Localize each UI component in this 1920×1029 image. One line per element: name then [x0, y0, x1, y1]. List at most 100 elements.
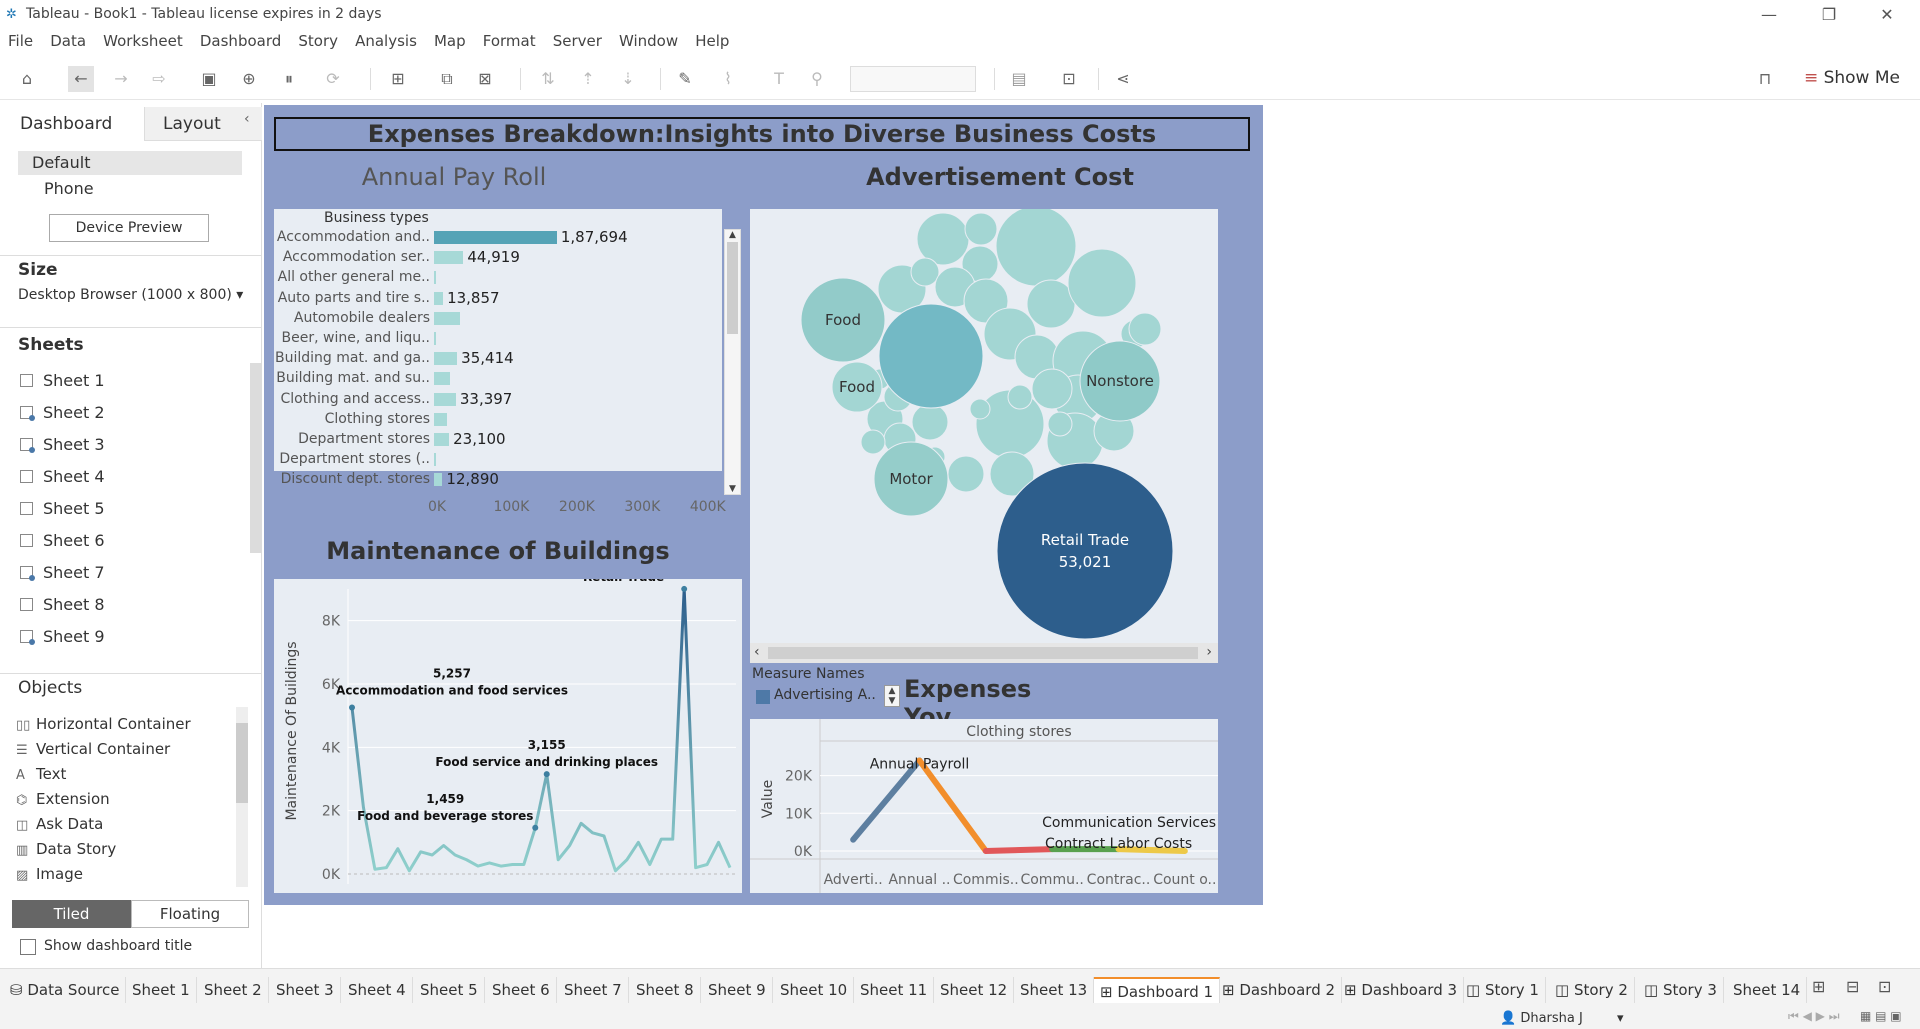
replay-icon[interactable]: ⇨: [146, 66, 172, 92]
new-datasource-icon[interactable]: ⊕: [236, 66, 262, 92]
payroll-bar[interactable]: [434, 453, 436, 467]
maintenance-point[interactable]: [349, 704, 355, 711]
objects-scrollbar[interactable]: [236, 707, 248, 887]
payroll-bar[interactable]: [434, 332, 436, 345]
clear-sheet-icon[interactable]: ⊠: [472, 66, 498, 92]
ad-bubble[interactable]: [964, 212, 998, 246]
sheet-item[interactable]: Sheet 7: [20, 563, 105, 582]
pause-updates-icon[interactable]: ⏸: [276, 66, 302, 92]
sheet-tab[interactable]: ◫ Story 1: [1460, 977, 1546, 1003]
sheet-item[interactable]: Sheet 2: [20, 403, 105, 422]
sheet-item[interactable]: Sheet 5: [20, 499, 105, 518]
sheet-tab[interactable]: Sheet 11: [854, 977, 935, 1003]
restore-icon[interactable]: ❐: [1806, 2, 1852, 28]
payroll-bar[interactable]: [434, 352, 458, 366]
scroll-down-icon[interactable]: ▼: [725, 484, 740, 494]
new-dashboard-tab-icon[interactable]: ⊟: [1846, 977, 1859, 996]
tab-navigation-icon[interactable]: ⏮ ◀ ▶ ⏭: [1788, 1009, 1840, 1024]
home-icon[interactable]: ⌂: [14, 66, 40, 92]
redo-icon[interactable]: →: [108, 66, 134, 92]
sheet-tab[interactable]: Sheet 7: [558, 977, 629, 1003]
maintenance-point[interactable]: [681, 585, 688, 592]
sheet-tab[interactable]: Sheet 14: [1727, 977, 1808, 1003]
sheet-tab[interactable]: ⊞ Dashboard 3: [1338, 977, 1465, 1003]
ad-bubble[interactable]: [1007, 384, 1033, 410]
payroll-bar[interactable]: [434, 311, 461, 325]
ad-bubble[interactable]: [1067, 248, 1137, 318]
menu-map[interactable]: Map: [434, 30, 466, 52]
object-item[interactable]: ◫ Ask Data: [16, 815, 103, 833]
ad-bubble[interactable]: [995, 209, 1077, 287]
sheet-tab[interactable]: Sheet 6: [486, 977, 557, 1003]
payroll-bar[interactable]: [434, 473, 443, 487]
ad-bubble[interactable]: [1031, 368, 1073, 410]
object-item[interactable]: ▨ Image: [16, 865, 83, 883]
close-icon[interactable]: ✕: [1864, 2, 1910, 28]
payroll-bar[interactable]: [434, 251, 464, 265]
sheet-tab[interactable]: ⊞ Dashboard 1: [1094, 977, 1221, 1003]
sheet-item[interactable]: Sheet 8: [20, 595, 105, 614]
scroll-up-icon[interactable]: ▲: [725, 230, 740, 240]
sheet-item[interactable]: Sheet 4: [20, 467, 105, 486]
payroll-bar[interactable]: [434, 231, 557, 244]
swap-icon[interactable]: ⇅: [535, 66, 561, 92]
sheet-tab[interactable]: Sheet 1: [126, 977, 197, 1003]
ad-bubble[interactable]: [860, 429, 886, 455]
yoy-line-segment[interactable]: [916, 757, 989, 854]
highlight-icon[interactable]: ✎: [672, 66, 698, 92]
sheet-item[interactable]: Sheet 1: [20, 371, 105, 390]
ad-bubble[interactable]: [947, 455, 985, 493]
payroll-bar[interactable]: [434, 372, 451, 386]
menu-file[interactable]: File: [8, 30, 33, 52]
sheets-scrollbar[interactable]: [250, 363, 262, 553]
menu-dashboard[interactable]: Dashboard: [200, 30, 281, 52]
tab-dashboard[interactable]: Dashboard: [0, 107, 144, 141]
maintenance-point[interactable]: [532, 824, 539, 831]
sort-desc-icon[interactable]: ⇣: [615, 66, 641, 92]
show-title-checkbox[interactable]: [20, 939, 36, 955]
sheet-tab[interactable]: Sheet 13: [1014, 977, 1095, 1003]
ad-bubble[interactable]: [969, 398, 991, 420]
sheet-tab[interactable]: ◫ Story 3: [1638, 977, 1724, 1003]
menu-data[interactable]: Data: [50, 30, 86, 52]
presentation-icon[interactable]: ⊡: [1056, 66, 1082, 92]
minimize-icon[interactable]: —: [1746, 2, 1792, 28]
scroll-left-icon[interactable]: ‹: [754, 644, 760, 660]
sheet-tab[interactable]: Sheet 2: [198, 977, 269, 1003]
fit-dropdown[interactable]: [850, 66, 976, 92]
legend-scroll-icon[interactable]: ▲ ▼: [884, 685, 900, 707]
label-icon[interactable]: T: [766, 66, 792, 92]
show-cards-icon[interactable]: ▤: [1006, 66, 1032, 92]
sheet-tab[interactable]: Sheet 10: [774, 977, 855, 1003]
device-default[interactable]: Default: [18, 151, 242, 175]
sheet-item[interactable]: Sheet 6: [20, 531, 105, 550]
payroll-bar[interactable]: [434, 433, 450, 446]
ad-h-scrollbar[interactable]: ‹ ›: [750, 643, 1218, 663]
menu-story[interactable]: Story: [298, 30, 338, 52]
scroll-right-icon[interactable]: ›: [1206, 644, 1212, 660]
object-item[interactable]: ▯▯ Horizontal Container: [16, 715, 191, 733]
tiled-button[interactable]: Tiled: [12, 900, 131, 928]
payroll-bar[interactable]: [434, 271, 436, 285]
user-menu[interactable]: 👤 Dharsha J ▾: [1500, 1009, 1660, 1029]
object-item[interactable]: ▥ Data Story: [16, 840, 116, 858]
menu-format[interactable]: Format: [483, 30, 536, 52]
ad-bubble[interactable]: [916, 212, 970, 266]
device-preview-button[interactable]: Device Preview: [49, 214, 209, 242]
menu-server[interactable]: Server: [553, 30, 602, 52]
ad-bubble[interactable]: [1128, 312, 1162, 346]
menu-analysis[interactable]: Analysis: [355, 30, 417, 52]
ad-bubble[interactable]: [878, 303, 984, 409]
payroll-bar[interactable]: [434, 392, 456, 406]
sheet-tab[interactable]: Sheet 8: [630, 977, 701, 1003]
refresh-icon[interactable]: ⟳: [320, 66, 346, 92]
sheet-tab[interactable]: Sheet 4: [342, 977, 413, 1003]
object-item[interactable]: A Text: [16, 765, 66, 783]
payroll-scrollbar[interactable]: ▲ ▼: [724, 229, 741, 495]
view-mode-icon[interactable]: ▦ ▤ ▣: [1860, 1009, 1902, 1023]
menu-worksheet[interactable]: Worksheet: [103, 30, 183, 52]
share-icon[interactable]: ⋖: [1110, 66, 1136, 92]
new-worksheet-tab-icon[interactable]: ⊞: [1812, 977, 1825, 996]
ad-bubble[interactable]: [996, 462, 1174, 640]
duplicate-icon[interactable]: ⧉: [434, 66, 460, 92]
